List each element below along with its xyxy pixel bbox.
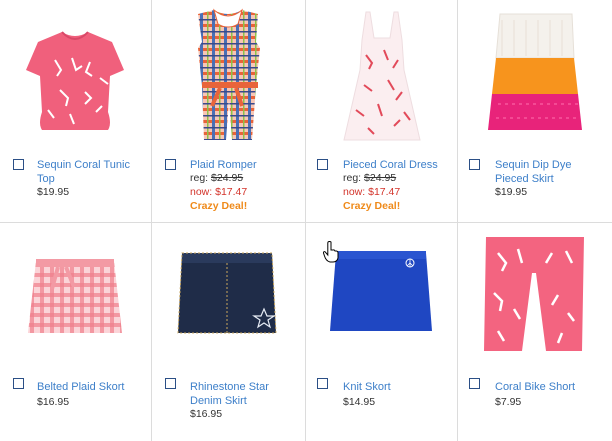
product-name-link[interactable]: Coral Bike Short (495, 380, 575, 394)
sale-price: now: $17.47 (190, 186, 247, 199)
plaid-skort-image[interactable] (0, 223, 151, 373)
sale-price-label: now: (190, 186, 213, 198)
product-card: Rhinestone Star Denim Skirt $16.95 (152, 223, 305, 441)
denim-skirt-image[interactable] (152, 223, 305, 373)
product-name-line[interactable]: Sequin Coral Tunic (37, 159, 130, 171)
compare-checkbox[interactable] (165, 378, 176, 389)
pink-coral-tunic-top-image[interactable] (0, 0, 151, 150)
product-name-line[interactable]: Rhinestone Star (190, 381, 269, 393)
coral-dress-image[interactable] (306, 0, 457, 150)
product-name-link[interactable]: Rhinestone Star Denim Skirt (190, 380, 269, 408)
compare-checkbox[interactable] (469, 159, 480, 170)
product-card: Sequin Dip Dye Pieced Skirt $19.95 (458, 0, 612, 222)
regular-price-label: reg: (190, 172, 209, 184)
product-name-link[interactable]: Pieced Coral Dress (343, 158, 438, 172)
crazy-deal-badge: Crazy Deal! (190, 200, 248, 212)
hand-cursor-icon (323, 241, 339, 263)
compare-checkbox[interactable] (165, 159, 176, 170)
plaid-romper-image[interactable] (152, 0, 305, 150)
product-name-link[interactable]: Sequin Coral Tunic Top (37, 158, 130, 186)
sale-price: now: $17.47 (343, 186, 400, 199)
regular-price: reg: $24.95 (343, 172, 396, 185)
product-card: Coral Bike Short $7.95 (458, 223, 612, 441)
sale-price-value: $17.47 (215, 186, 248, 198)
compare-checkbox[interactable] (13, 378, 24, 389)
product-price: $16.95 (37, 396, 70, 408)
product-name-line[interactable]: Top (37, 173, 55, 185)
product-name-line[interactable]: Sequin Dip Dye (495, 159, 571, 171)
product-card: Belted Plaid Skort $16.95 (0, 223, 151, 441)
dip-dye-skirt-image[interactable] (458, 0, 612, 150)
product-card: Plaid Romper reg: $24.95 now: $17.47 Cra… (152, 0, 305, 222)
sale-price-label: now: (343, 186, 366, 198)
product-price: $16.95 (190, 408, 223, 420)
compare-checkbox[interactable] (317, 159, 328, 170)
product-price: $7.95 (495, 396, 522, 408)
compare-checkbox[interactable] (469, 378, 480, 389)
regular-price-value: $24.95 (364, 172, 397, 184)
product-name-link[interactable]: Sequin Dip Dye Pieced Skirt (495, 158, 571, 186)
regular-price-label: reg: (343, 172, 362, 184)
product-price: $19.95 (495, 186, 528, 198)
regular-price: reg: $24.95 (190, 172, 243, 185)
product-name-line[interactable]: Pieced Skirt (495, 173, 554, 185)
product-price: $14.95 (343, 396, 376, 408)
product-card: Pieced Coral Dress reg: $24.95 now: $17.… (306, 0, 457, 222)
compare-checkbox[interactable] (13, 159, 24, 170)
product-name-link[interactable]: Knit Skort (343, 380, 391, 394)
sale-price-value: $17.47 (368, 186, 401, 198)
product-price: $19.95 (37, 186, 70, 198)
product-name-line[interactable]: Denim Skirt (190, 395, 247, 407)
crazy-deal-badge: Crazy Deal! (343, 200, 401, 212)
regular-price-value: $24.95 (211, 172, 244, 184)
product-name-link[interactable]: Plaid Romper (190, 158, 257, 172)
compare-checkbox[interactable] (317, 378, 328, 389)
product-card: Sequin Coral Tunic Top $19.95 (0, 0, 151, 222)
product-name-link[interactable]: Belted Plaid Skort (37, 380, 124, 394)
coral-bike-short-image[interactable] (458, 223, 612, 373)
product-grid: Sequin Coral Tunic Top $19.95 Plaid Romp… (0, 0, 612, 441)
